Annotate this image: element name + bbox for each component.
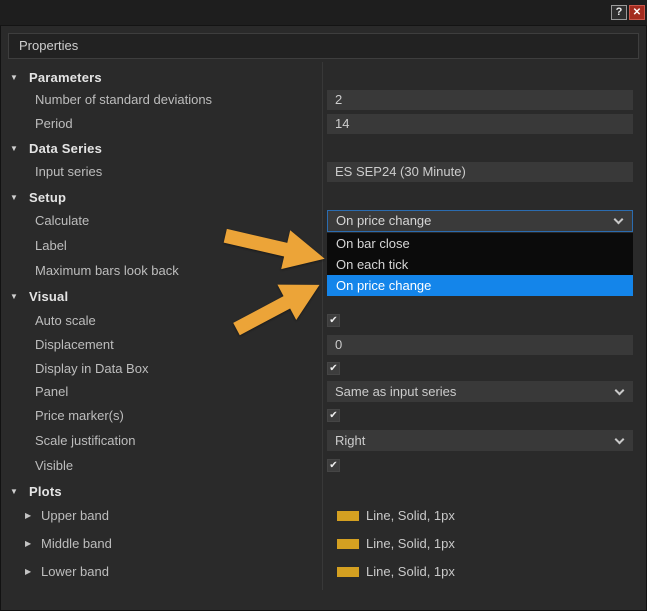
visible-checkbox[interactable]: ✔ (327, 459, 340, 472)
annotation-arrow-upper (223, 228, 325, 270)
collapse-triangle-icon: ▼ (10, 486, 18, 496)
auto-scale-checkbox[interactable]: ✔ (327, 314, 340, 327)
label-panel: Panel (35, 384, 69, 399)
label-display-in-data-box: Display in Data Box (35, 361, 149, 376)
help-button[interactable]: ? (611, 5, 627, 20)
indicator-properties-dialog: ? ✕ Properties ▼ Parameters Number of st… (0, 0, 647, 611)
section-header-plots[interactable]: ▼ Plots (0, 480, 62, 502)
section-title: Setup (29, 189, 67, 205)
label-number-of-standard-deviations: Number of standard deviations (35, 92, 213, 107)
label-scale-justification: Scale justification (35, 433, 136, 448)
label-auto-scale: Auto scale (35, 313, 96, 328)
label-displacement: Displacement (35, 337, 114, 352)
collapse-triangle-icon: ▼ (10, 72, 18, 82)
label-visible: Visible (35, 458, 74, 473)
check-icon: ✔ (329, 460, 338, 471)
lower-band-style: Line, Solid, 1px (366, 564, 455, 579)
calculate-combobox[interactable]: On price change (327, 210, 633, 232)
upper-band-color-swatch[interactable] (337, 511, 359, 521)
input-period[interactable]: 14 (327, 114, 633, 134)
label-price-markers: Price marker(s) (35, 408, 124, 423)
lower-band-expand-icon[interactable]: ▶ (25, 562, 31, 582)
upper-band-style: Line, Solid, 1px (366, 508, 455, 523)
scale-justification-selected-value: Right (335, 433, 366, 448)
close-button[interactable]: ✕ (629, 5, 645, 20)
section-header-visual[interactable]: ▼ Visual (0, 285, 68, 307)
middle-band-expand-icon[interactable]: ▶ (25, 534, 31, 554)
title-bar: ? ✕ (0, 0, 647, 26)
upper-band-expand-icon[interactable]: ▶ (25, 506, 31, 526)
label-lower-band: Lower band (41, 564, 109, 579)
label-period: Period (35, 116, 73, 131)
lower-band-color-swatch[interactable] (337, 567, 359, 577)
chevron-down-icon (614, 385, 625, 395)
input-number-of-standard-deviations[interactable]: 2 (327, 90, 633, 110)
section-header-parameters[interactable]: ▼ Parameters (0, 66, 102, 88)
check-icon: ✔ (329, 363, 338, 374)
section-title: Visual (29, 288, 69, 304)
price-markers-checkbox[interactable]: ✔ (327, 409, 340, 422)
section-title: Parameters (29, 69, 102, 85)
collapse-triangle-icon: ▼ (10, 143, 18, 153)
label-upper-band: Upper band (41, 508, 109, 523)
annotation-arrow-lower (233, 284, 320, 336)
properties-header: Properties (8, 33, 639, 59)
section-title: Plots (29, 483, 62, 499)
label-label: Label (35, 238, 67, 253)
label-input-series: Input series (35, 164, 103, 179)
input-series-field[interactable]: ES SEP24 (30 Minute) (327, 162, 633, 182)
calculate-dropdown-popup: On bar close On each tick On price chang… (327, 233, 633, 296)
displacement-field[interactable]: 0 (327, 335, 633, 355)
dropdown-option-on-each-tick[interactable]: On each tick (327, 254, 633, 275)
label-maximum-bars-look-back: Maximum bars look back (35, 263, 179, 278)
check-icon: ✔ (329, 315, 338, 326)
dropdown-option-on-price-change[interactable]: On price change (327, 275, 633, 296)
panel-selected-value: Same as input series (335, 384, 457, 399)
panel-dropdown[interactable]: Same as input series (327, 381, 633, 402)
middle-band-color-swatch[interactable] (337, 539, 359, 549)
scale-justification-dropdown[interactable]: Right (327, 430, 633, 451)
chevron-down-icon (613, 214, 624, 225)
section-header-setup[interactable]: ▼ Setup (0, 186, 66, 208)
collapse-triangle-icon: ▼ (10, 192, 18, 202)
dropdown-option-on-bar-close[interactable]: On bar close (327, 233, 633, 254)
chevron-down-icon (614, 434, 625, 444)
middle-band-style: Line, Solid, 1px (366, 536, 455, 551)
label-calculate: Calculate (35, 213, 90, 228)
check-icon: ✔ (329, 410, 338, 421)
label-middle-band: Middle band (41, 536, 112, 551)
collapse-triangle-icon: ▼ (10, 291, 18, 301)
calculate-selected-value: On price change (336, 213, 432, 228)
section-title: Data Series (29, 140, 103, 156)
section-header-data-series[interactable]: ▼ Data Series (0, 137, 102, 159)
display-in-data-box-checkbox[interactable]: ✔ (327, 362, 340, 375)
